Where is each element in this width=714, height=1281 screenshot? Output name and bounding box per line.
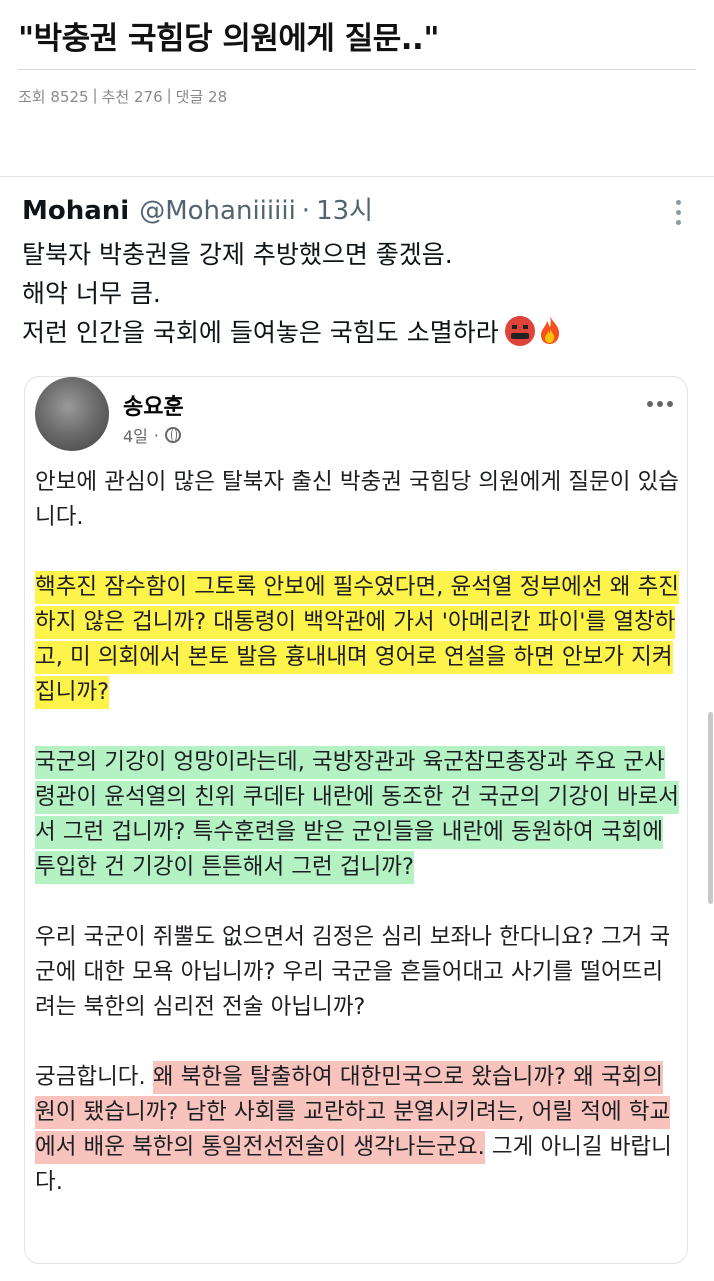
section-divider <box>0 176 714 177</box>
fb-post-meta: 4일 · <box>123 423 181 447</box>
view-count: 조회 8525 <box>18 88 89 106</box>
title-divider <box>18 69 696 70</box>
tweet-line-last: 저런 인간을 국회에 들여놓은 국힘도 소멸하라 <box>22 313 692 352</box>
fb-post-body: 안보에 관심이 많은 탈북자 출신 박충권 국힘당 의원에게 질문이 있습니다.… <box>35 465 681 1235</box>
comment-count[interactable]: 댓글 28 <box>176 86 227 107</box>
tweet-dot: · <box>301 196 311 226</box>
tweet-line-text: 저런 인간을 국회에 들여놓은 국힘도 소멸하라 <box>22 318 499 347</box>
tweet-line: 해악 너무 큼. <box>22 279 161 308</box>
meta-separator: | <box>166 86 172 104</box>
paragraph-plain: 우리 국군이 쥐뿔도 없으면서 김정은 심리 보좌나 한다니요? 그거 국군에 … <box>35 924 671 1020</box>
paragraph-red: 궁금합니다. 왜 북한을 탈출하여 대한민국으로 왔습니까? 왜 국회의원이 됐… <box>35 1060 681 1200</box>
tweet-header: Mohani @Mohaniiiiii · 13시 <box>22 190 692 234</box>
fb-author-name[interactable]: 송요훈 <box>123 389 184 421</box>
meta-separator: | <box>92 86 98 104</box>
tweet-timestamp[interactable]: 13시 <box>316 190 373 227</box>
highlight-green: 국군의 기강이 엉망이라는데, 국방장관과 육군참모총장과 주요 군사령관이 윤… <box>35 746 679 884</box>
tweet-embed: Mohani @Mohaniiiiii · 13시 탈북자 박충권을 강제 추방… <box>22 190 692 352</box>
post-meta: 조회 8525 | 추천 276 | 댓글 28 <box>18 86 696 107</box>
avatar[interactable] <box>35 377 109 451</box>
fb-dot: · <box>153 425 159 445</box>
paragraph-intro: 안보에 관심이 많은 탈북자 출신 박충권 국힘당 의원에게 질문이 있습니다. <box>35 469 679 530</box>
paragraph-red-lead: 궁금합니다. <box>35 1064 153 1090</box>
paragraph-green: 국군의 기강이 엉망이라는데, 국방장관과 육군참모총장과 주요 군사령관이 윤… <box>35 745 681 885</box>
post-title: "박충권 국힘당 의원에게 질문.." <box>18 21 439 57</box>
recommend-count: 추천 276 <box>101 88 163 106</box>
tweet-author-name[interactable]: Mohani <box>22 196 129 226</box>
scrollbar[interactable] <box>708 712 713 904</box>
tweet-text: 탈북자 박충권을 강제 추방했으면 좋겠음. 해악 너무 큼. 저런 인간을 국… <box>22 235 692 352</box>
angry-cursing-face-icon <box>504 316 535 346</box>
more-options-icon[interactable] <box>676 200 682 225</box>
tweet-author-handle[interactable]: @Mohaniiiiii <box>139 196 296 226</box>
post-header: "박충권 국힘당 의원에게 질문.." 조회 8525 | 추천 276 | 댓… <box>18 16 696 107</box>
fire-icon <box>540 316 559 344</box>
more-options-icon[interactable] <box>647 401 673 407</box>
tweet-line: 탈북자 박충권을 강제 추방했으면 좋겠음. <box>22 240 453 269</box>
paragraph-yellow: 핵추진 잠수함이 그토록 안보에 필수였다면, 윤석열 정부에선 왜 추진하지 … <box>35 570 681 710</box>
facebook-post-card: 송요훈 4일 · 안보에 관심이 많은 탈북자 출신 박충권 국힘당 의원에게 … <box>24 376 688 1264</box>
fb-post-time[interactable]: 4일 <box>123 423 148 447</box>
globe-icon <box>165 427 181 443</box>
highlight-yellow: 핵추진 잠수함이 그토록 안보에 필수였다면, 윤석열 정부에선 왜 추진하지 … <box>35 571 679 709</box>
